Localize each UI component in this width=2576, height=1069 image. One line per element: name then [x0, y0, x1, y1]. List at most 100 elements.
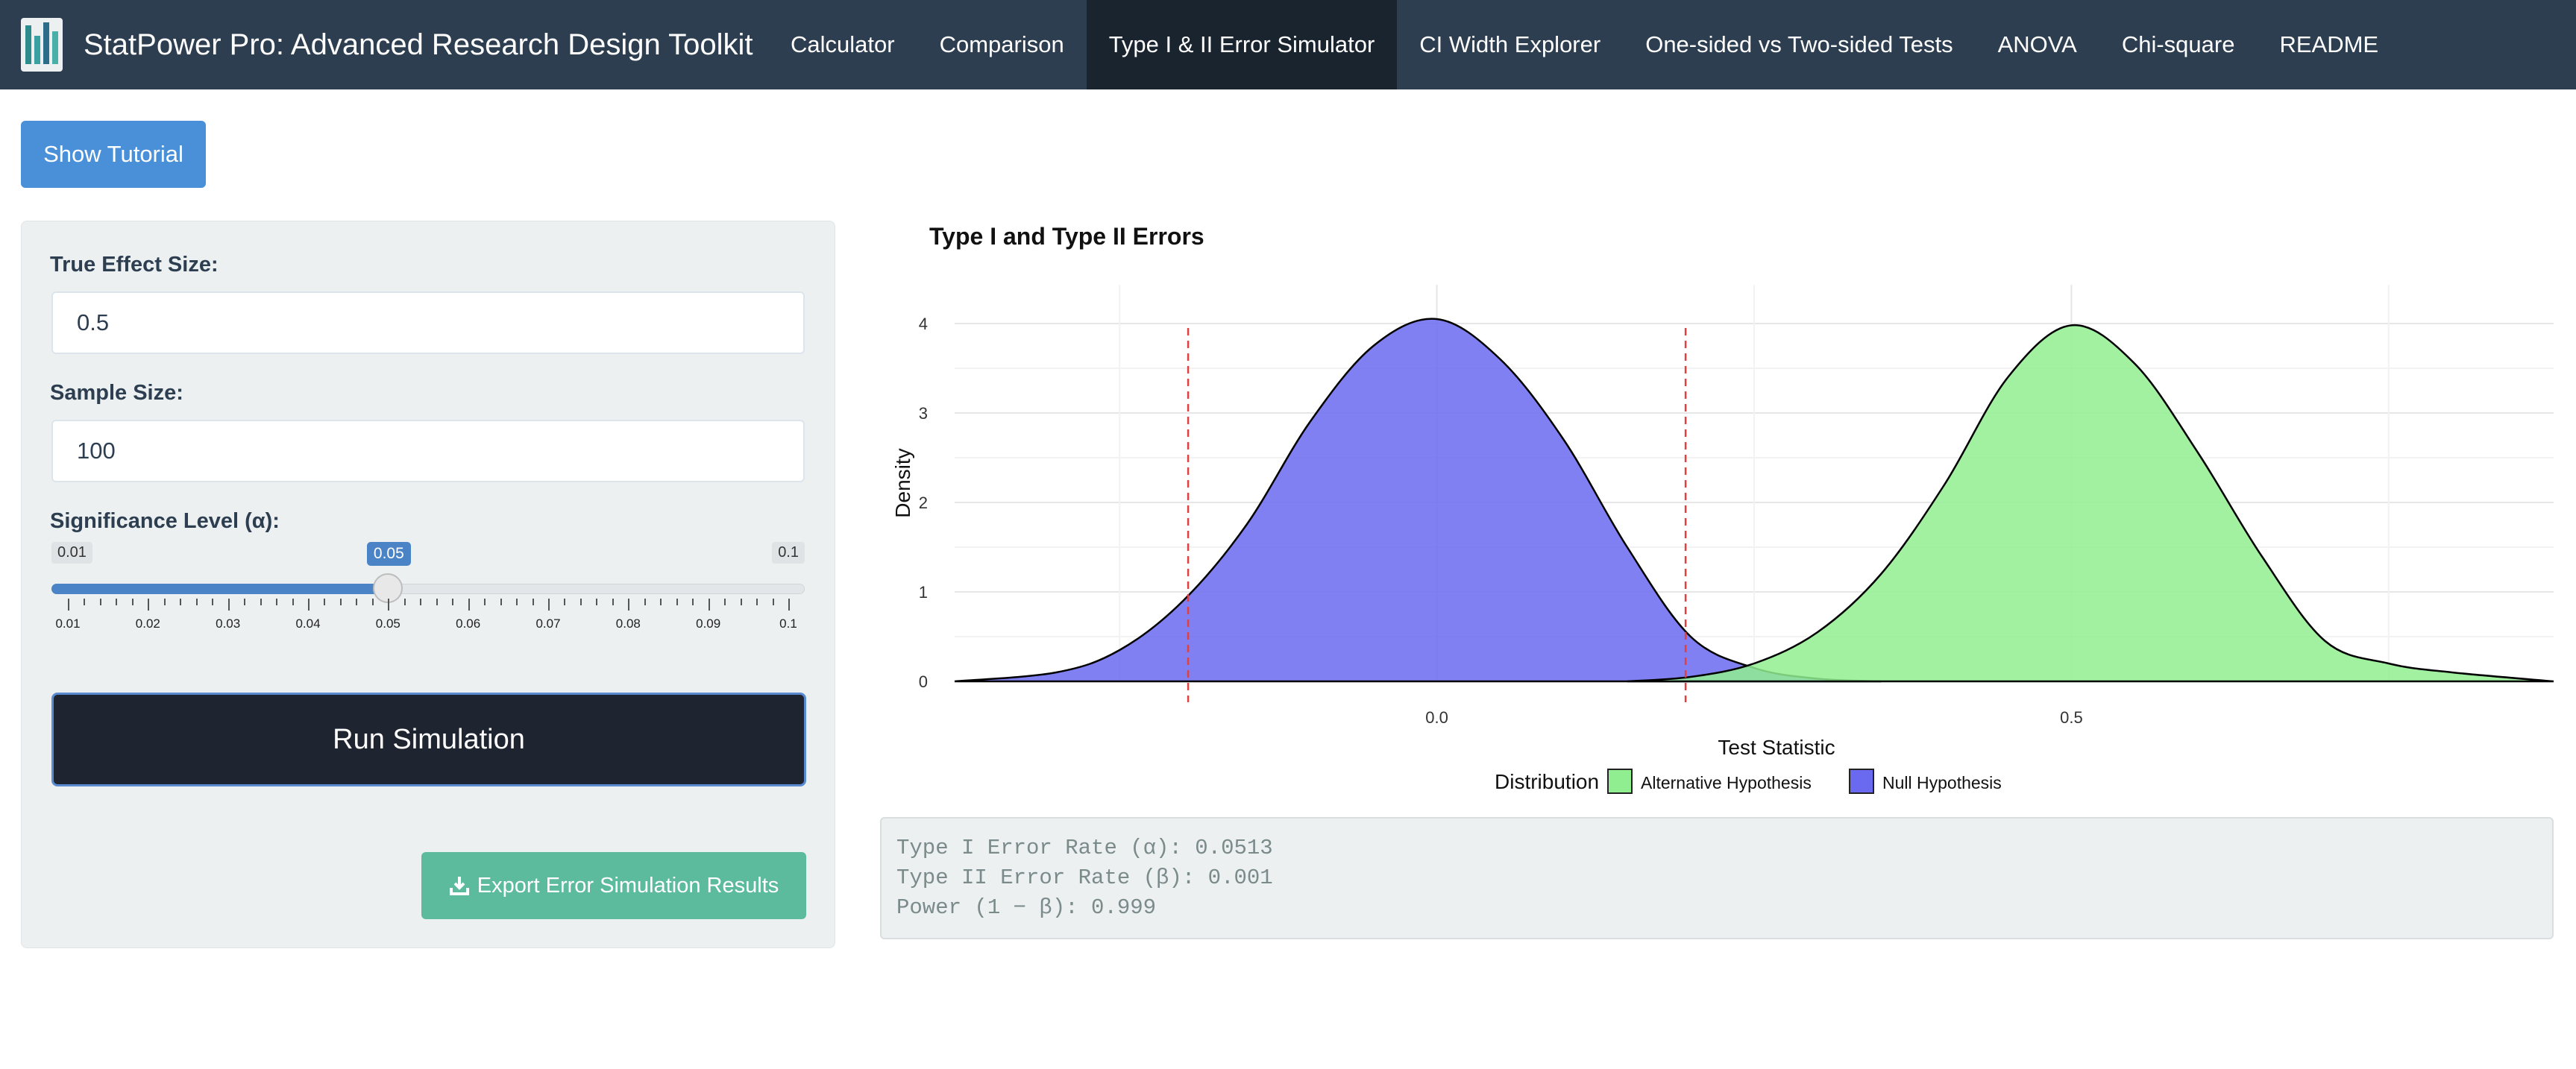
slider-minor-tick	[500, 599, 502, 605]
slider-minor-tick	[116, 599, 118, 605]
input-panel: True Effect Size: 0.5 Sample Size: 100 S…	[21, 221, 835, 948]
nav-tab-ci-width-explorer[interactable]: CI Width Explorer	[1397, 0, 1623, 89]
slider-minor-tick	[324, 599, 326, 605]
y-tick-label: 2	[919, 493, 928, 512]
slider-minor-tick	[612, 599, 614, 605]
chart-title: Type I and Type II Errors	[929, 223, 1204, 250]
nav-tab-type-i-ii-error-simulator[interactable]: Type I & II Error Simulator	[1086, 0, 1398, 89]
x-axis-label: Test Statistic	[1718, 736, 1835, 759]
slider-tick	[308, 599, 310, 611]
density-area-null-hypothesis	[954, 318, 1882, 683]
export-button-label: Export Error Simulation Results	[477, 873, 779, 898]
slider-minor-tick	[436, 599, 438, 605]
results-output: Type I Error Rate (α): 0.0513 Type II Er…	[880, 817, 2554, 939]
run-simulation-button[interactable]: Run Simulation	[51, 693, 806, 786]
slider-tick-label: 0.1	[779, 617, 797, 631]
effect-size-label: True Effect Size:	[50, 253, 219, 277]
slider-minor-tick	[772, 599, 774, 605]
download-icon	[449, 877, 469, 895]
slider-minor-tick	[756, 599, 758, 605]
brand[interactable]: StatPower Pro: Advanced Research Design …	[21, 0, 753, 89]
slider-tick-label: 0.02	[135, 617, 160, 631]
slider-minor-tick	[276, 599, 278, 605]
show-tutorial-button[interactable]: Show Tutorial	[21, 121, 206, 188]
sample-size-label: Sample Size:	[50, 381, 183, 405]
density-plot: Type I and Type II Errors 0 1 2 3 4 0.0 0.5 Test…	[891, 223, 2554, 794]
y-tick-label: 1	[919, 583, 928, 602]
slider-minor-tick	[532, 599, 534, 605]
slider-minor-tick	[660, 599, 662, 605]
y-tick-label: 3	[919, 404, 928, 423]
slider-minor-tick	[84, 599, 86, 605]
slider-minor-tick	[292, 599, 294, 605]
power-value: Power (1 − β): 0.999	[896, 895, 1157, 920]
slider-tick-label: 0.07	[535, 617, 561, 631]
x-tick-label: 0.5	[2060, 708, 2083, 727]
slider-minor-tick	[212, 599, 214, 605]
slider-tick	[628, 599, 630, 611]
slider-minor-tick	[339, 599, 342, 605]
slider-minor-tick	[260, 599, 262, 605]
x-tick-label: 0.0	[1425, 708, 1448, 727]
slider-tick	[68, 599, 69, 611]
slider-tick	[548, 599, 550, 611]
slider-minor-tick	[452, 599, 454, 605]
slider-tick	[227, 599, 230, 611]
slider-tick-label: 0.08	[615, 617, 641, 631]
slider-minor-tick	[579, 599, 582, 605]
slider-minor-tick	[516, 599, 518, 605]
slider-minor-tick	[724, 599, 726, 605]
app-title: StatPower Pro: Advanced Research Design …	[84, 28, 753, 61]
nav-tab-one-sided-vs-two-sided-tests[interactable]: One-sided vs Two-sided Tests	[1623, 0, 1975, 89]
navbar: StatPower Pro: Advanced Research Design …	[0, 0, 2576, 89]
slider-tick-label: 0.09	[696, 617, 721, 631]
legend-label: Null Hypothesis	[1882, 773, 2002, 792]
nav-tab-calculator[interactable]: Calculator	[768, 0, 917, 89]
slider-minor-tick	[564, 599, 566, 605]
legend-label: Alternative Hypothesis	[1641, 773, 1812, 792]
slider-minor-tick	[740, 599, 742, 605]
y-tick-label: 0	[919, 672, 928, 691]
slider-minor-tick	[644, 599, 646, 605]
nav-tab-anova[interactable]: ANOVA	[1976, 0, 2099, 89]
effect-size-input[interactable]: 0.5	[51, 291, 805, 354]
alpha-label: Significance Level (α):	[50, 509, 280, 533]
slider-max-label: 0.1	[772, 542, 805, 564]
slider-tick-label: 0.03	[216, 617, 241, 631]
y-axis-label: Density	[891, 448, 914, 517]
slider-tick-label: 0.05	[375, 617, 400, 631]
sample-size-input[interactable]: 100	[51, 420, 805, 482]
legend-swatch	[1849, 769, 1874, 794]
slider-minor-tick	[131, 599, 133, 605]
error-chart: Type I and Type II Errors 0 1 2 3 4 0.0 0.5 Test…	[880, 216, 2558, 813]
bar-chart-logo-icon	[21, 18, 63, 72]
legend-title: Distribution	[1495, 770, 1599, 793]
slider-minor-tick	[163, 599, 166, 605]
slider-minor-tick	[195, 599, 198, 605]
density-area-alternative-hypothesis	[1627, 324, 2554, 683]
slider-tick	[708, 599, 710, 611]
slider-value-badge: 0.05	[366, 542, 411, 566]
slider-tick	[468, 599, 470, 611]
slider-tick-label: 0.01	[55, 617, 81, 631]
type-two-error-rate: Type II Error Rate (β): 0.001	[896, 865, 1273, 890]
slider-minor-tick	[484, 599, 486, 605]
slider-track-fill	[51, 584, 388, 594]
export-results-button[interactable]: Export Error Simulation Results	[421, 852, 806, 919]
slider-min-label: 0.01	[51, 542, 92, 564]
slider-tick-label: 0.06	[456, 617, 481, 631]
slider-minor-tick	[371, 599, 374, 605]
nav-tab-comparison[interactable]: Comparison	[917, 0, 1087, 89]
alpha-slider[interactable]: 0.01 0.1 0.05 0.01 0.02 0.03 0.04 0.05 0.06 0.…	[51, 542, 805, 639]
slider-minor-tick	[420, 599, 422, 605]
slider-tick	[788, 599, 790, 611]
nav-tab-chi-square[interactable]: Chi-square	[2099, 0, 2258, 89]
y-tick-label: 4	[919, 315, 928, 333]
slider-minor-tick	[676, 599, 678, 605]
slider-minor-tick	[692, 599, 694, 605]
nav-tab-readme[interactable]: README	[2257, 0, 2401, 89]
slider-tick	[148, 599, 150, 611]
nav-tabs: Calculator Comparison Type I & II Error Si…	[768, 0, 2401, 89]
slider-minor-tick	[596, 599, 598, 605]
slider-minor-tick	[244, 599, 246, 605]
